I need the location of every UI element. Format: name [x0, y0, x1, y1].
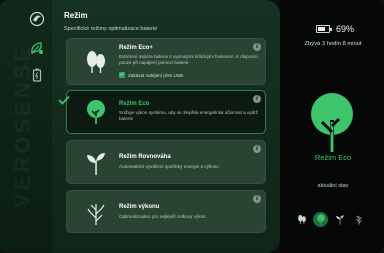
trees-icon [85, 49, 107, 75]
status-panel: 69% Zbývá 3 hodin 8 minut Režim Eco aktu… [280, 0, 384, 253]
mode-name: Režim výkonu [119, 204, 160, 210]
mode-quick-icons [294, 212, 366, 227]
remaining-time: Zbývá 3 hodin 8 minut [304, 41, 362, 47]
mode-description: Automatické vyvážení spotřeby energie a … [119, 164, 219, 169]
bare-tree-icon [85, 200, 107, 226]
mini-trees-icon[interactable] [294, 212, 309, 227]
battery-outline-icon[interactable] [26, 64, 48, 86]
checkbox-checked-icon[interactable]: ✓ [119, 72, 125, 78]
mini-tree-icon[interactable] [313, 212, 328, 227]
current-mode-tree-icon [311, 93, 353, 152]
mode-name: Režim Eco+ [119, 45, 153, 51]
selected-check-icon [58, 95, 70, 105]
info-icon[interactable]: i [253, 195, 261, 203]
info-icon[interactable]: i [253, 43, 261, 51]
page-subtitle: Specifické režimy optimalizace baterie [64, 26, 158, 32]
battery-level-fill [318, 27, 325, 31]
mode-card-eco-plus[interactable]: Režim Eco+ Extrémní úspora baterie s vyp… [66, 38, 266, 85]
app-window: VEROSENSE Režim Specifické režimy optima… [0, 0, 384, 253]
info-icon[interactable]: i [253, 145, 261, 153]
mode-panel: Režim Specifické režimy optimalizace bat… [52, 0, 280, 253]
mini-sprout-icon[interactable] [332, 212, 347, 227]
mode-description: Extrémní úspora baterie s vypnutými krit… [119, 54, 258, 65]
current-state-label: aktuální stav [317, 183, 349, 189]
disable-usb-charging-checkbox[interactable]: ✓ Zakázat nabíjení přes USB [119, 72, 183, 78]
mode-description: Optimalizováno pro nejlepší celkový výko… [119, 214, 206, 219]
sprout-icon [85, 150, 107, 176]
battery-percent: 69% [336, 24, 355, 34]
logo-icon[interactable] [26, 8, 48, 30]
mode-card-performance[interactable]: Režim výkonu Optimalizováno pro nejlepší… [66, 190, 266, 233]
current-mode-name: Režim Eco [314, 153, 352, 162]
mode-name: Režim Eco [119, 101, 150, 107]
checkbox-label: Zakázat nabíjení přes USB [128, 72, 183, 78]
mode-description: Snižuje výkon systému, aby se zlepšila e… [119, 110, 258, 121]
battery-status: 69% [316, 24, 354, 34]
mode-card-eco[interactable]: Režim Eco Snižuje výkon systému, aby se … [58, 90, 266, 134]
leaf-settings-icon[interactable] [26, 37, 48, 59]
battery-icon [316, 25, 332, 33]
mode-name: Režim Rovnováha [119, 154, 171, 160]
page-title: Režim [64, 11, 88, 20]
navigation-rail: VEROSENSE [0, 0, 52, 253]
info-icon[interactable]: i [253, 95, 261, 103]
mini-bare-tree-icon[interactable] [351, 212, 366, 227]
tree-icon [85, 99, 107, 125]
mode-card-balance[interactable]: Režim Rovnováha Automatické vyvážení spo… [66, 140, 266, 184]
